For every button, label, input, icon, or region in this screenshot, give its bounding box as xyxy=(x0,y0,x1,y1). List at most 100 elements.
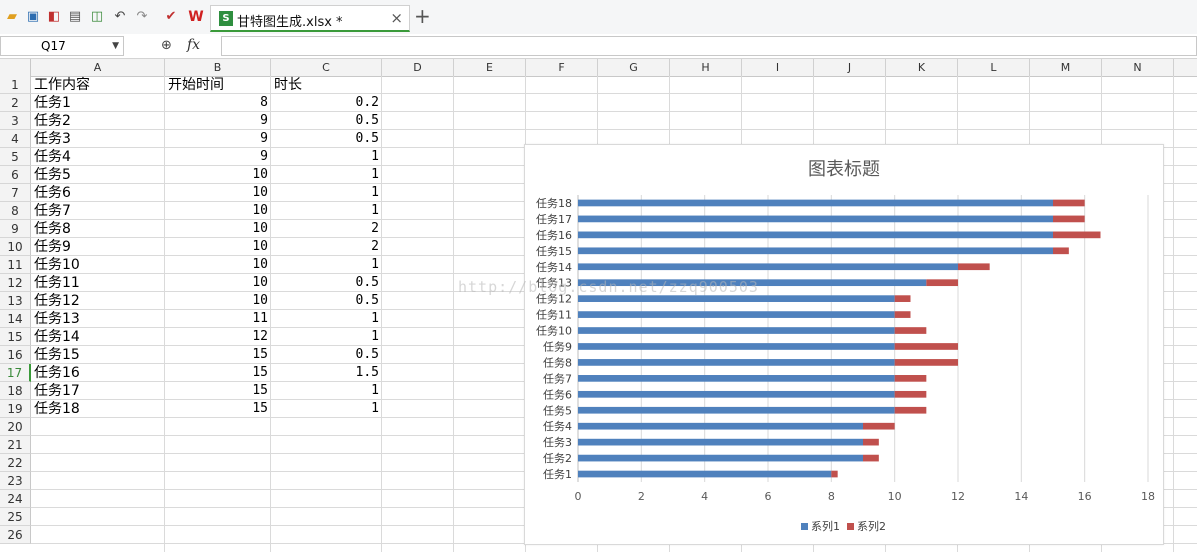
redo-icon[interactable]: ↷ xyxy=(134,9,150,25)
start-time-cell[interactable]: 8 xyxy=(165,94,271,112)
start-time-cell[interactable]: 10 xyxy=(165,274,271,292)
tab-workbook[interactable]: S 甘特图生成.xlsx * × xyxy=(210,5,410,32)
row-header-13[interactable]: 13 xyxy=(0,292,31,310)
duration-cell[interactable]: 2 xyxy=(271,220,382,238)
wps-logo-icon[interactable]: W xyxy=(188,9,204,25)
column-header-n[interactable]: N xyxy=(1102,59,1174,76)
start-time-cell[interactable]: 10 xyxy=(165,202,271,220)
start-time-cell[interactable]: 15 xyxy=(165,364,271,382)
column-header-h[interactable]: H xyxy=(670,59,742,76)
row-header-16[interactable]: 16 xyxy=(0,346,31,364)
duration-cell[interactable]: 1 xyxy=(271,148,382,166)
column-header-d[interactable]: D xyxy=(382,59,454,76)
duration-cell[interactable]: 0.5 xyxy=(271,112,382,130)
start-time-cell[interactable]: 10 xyxy=(165,166,271,184)
row-header-15[interactable]: 15 xyxy=(0,328,31,346)
header-cell[interactable]: 工作内容 xyxy=(31,76,165,94)
row-header-12[interactable]: 12 xyxy=(0,274,31,292)
row-header-23[interactable]: 23 xyxy=(0,472,31,490)
duration-cell[interactable]: 0.5 xyxy=(271,346,382,364)
row-header-2[interactable]: 2 xyxy=(0,94,31,112)
duration-cell[interactable]: 1 xyxy=(271,166,382,184)
start-time-cell[interactable]: 9 xyxy=(165,112,271,130)
row-header-9[interactable]: 9 xyxy=(0,220,31,238)
column-header-j[interactable]: J xyxy=(814,59,886,76)
duration-cell[interactable]: 1.5 xyxy=(271,364,382,382)
column-header-a[interactable]: A xyxy=(31,59,165,76)
format-painter-icon[interactable]: ✔ xyxy=(163,9,179,25)
column-header-e[interactable]: E xyxy=(454,59,526,76)
task-name-cell[interactable]: 任务14 xyxy=(31,328,165,346)
task-name-cell[interactable]: 任务16 xyxy=(31,364,165,382)
task-name-cell[interactable]: 任务15 xyxy=(31,346,165,364)
column-header-b[interactable]: B xyxy=(165,59,271,76)
row-header-17[interactable]: 17 xyxy=(0,364,31,382)
start-time-cell[interactable]: 10 xyxy=(165,184,271,202)
task-name-cell[interactable]: 任务11 xyxy=(31,274,165,292)
column-header-f[interactable]: F xyxy=(526,59,598,76)
duration-cell[interactable]: 1 xyxy=(271,184,382,202)
close-tab-icon[interactable]: × xyxy=(390,9,403,27)
row-header-18[interactable]: 18 xyxy=(0,382,31,400)
row-header-11[interactable]: 11 xyxy=(0,256,31,274)
task-name-cell[interactable]: 任务5 xyxy=(31,166,165,184)
row-header-26[interactable]: 26 xyxy=(0,526,31,544)
start-time-cell[interactable]: 11 xyxy=(165,310,271,328)
save-icon[interactable]: ▣ xyxy=(25,9,41,25)
row-header-10[interactable]: 10 xyxy=(0,238,31,256)
start-time-cell[interactable]: 10 xyxy=(165,220,271,238)
start-time-cell[interactable]: 15 xyxy=(165,346,271,364)
task-name-cell[interactable]: 任务6 xyxy=(31,184,165,202)
column-header-g[interactable]: G xyxy=(598,59,670,76)
duration-cell[interactable]: 0.5 xyxy=(271,292,382,310)
column-header-m[interactable]: M xyxy=(1030,59,1102,76)
duration-cell[interactable]: 0.2 xyxy=(271,94,382,112)
start-time-cell[interactable]: 15 xyxy=(165,382,271,400)
task-name-cell[interactable]: 任务18 xyxy=(31,400,165,418)
gantt-chart[interactable]: 图表标题 0 2 4 6 8 10 12 14 16 18 任务1 任务2 任务3 任务4 任务5 任务6 任务… xyxy=(524,144,1164,545)
column-header-c[interactable]: C xyxy=(271,59,382,76)
duration-cell[interactable]: 1 xyxy=(271,328,382,346)
duration-cell[interactable]: 2 xyxy=(271,238,382,256)
row-header-20[interactable]: 20 xyxy=(0,418,31,436)
duration-cell[interactable]: 1 xyxy=(271,310,382,328)
row-header-5[interactable]: 5 xyxy=(0,148,31,166)
task-name-cell[interactable]: 任务17 xyxy=(31,382,165,400)
zoom-icon[interactable]: ⊕ xyxy=(161,38,172,53)
task-name-cell[interactable]: 任务2 xyxy=(31,112,165,130)
task-name-cell[interactable]: 任务10 xyxy=(31,256,165,274)
task-name-cell[interactable]: 任务9 xyxy=(31,238,165,256)
formula-input[interactable] xyxy=(221,36,1197,56)
task-name-cell[interactable]: 任务12 xyxy=(31,292,165,310)
duration-cell[interactable]: 0.5 xyxy=(271,130,382,148)
undo-icon[interactable]: ↶ xyxy=(112,9,128,25)
task-name-cell[interactable]: 任务13 xyxy=(31,310,165,328)
column-header-l[interactable]: L xyxy=(958,59,1030,76)
name-box[interactable]: Q17 ▼ xyxy=(0,36,124,56)
duration-cell[interactable]: 1 xyxy=(271,400,382,418)
start-time-cell[interactable]: 10 xyxy=(165,238,271,256)
export-pdf-icon[interactable]: ◧ xyxy=(46,9,62,25)
duration-cell[interactable]: 1 xyxy=(271,382,382,400)
new-tab-button[interactable]: + xyxy=(414,6,431,26)
row-header-8[interactable]: 8 xyxy=(0,202,31,220)
task-name-cell[interactable]: 任务4 xyxy=(31,148,165,166)
duration-cell[interactable]: 1 xyxy=(271,256,382,274)
header-cell[interactable]: 时长 xyxy=(271,76,382,94)
header-cell[interactable]: 开始时间 xyxy=(165,76,271,94)
row-header-1[interactable]: 1 xyxy=(0,76,31,94)
task-name-cell[interactable]: 任务7 xyxy=(31,202,165,220)
task-name-cell[interactable]: 任务8 xyxy=(31,220,165,238)
task-name-cell[interactable]: 任务3 xyxy=(31,130,165,148)
row-header-3[interactable]: 3 xyxy=(0,112,31,130)
start-time-cell[interactable]: 10 xyxy=(165,256,271,274)
start-time-cell[interactable]: 9 xyxy=(165,130,271,148)
duration-cell[interactable]: 1 xyxy=(271,202,382,220)
row-header-7[interactable]: 7 xyxy=(0,184,31,202)
column-header-i[interactable]: I xyxy=(742,59,814,76)
row-header-22[interactable]: 22 xyxy=(0,454,31,472)
column-header-k[interactable]: K xyxy=(886,59,958,76)
row-header-21[interactable]: 21 xyxy=(0,436,31,454)
start-time-cell[interactable]: 9 xyxy=(165,148,271,166)
task-name-cell[interactable]: 任务1 xyxy=(31,94,165,112)
